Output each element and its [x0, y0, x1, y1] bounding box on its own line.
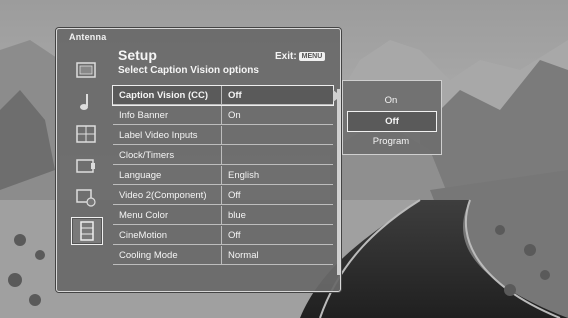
menu-item-label: Video 2(Component): [113, 186, 221, 205]
option-off[interactable]: Off: [347, 111, 437, 132]
menu-item-value: Off: [221, 186, 333, 205]
caption-vision-options: On Off Program: [342, 80, 442, 155]
menu-item-value: Normal: [221, 246, 333, 265]
input-source-label: Antenna: [69, 32, 107, 42]
picture-icon[interactable]: [71, 57, 101, 83]
menu-item-label: Info Banner: [113, 106, 221, 125]
menu-item-label: Caption Vision (CC): [113, 86, 221, 105]
menu-item-label-video-inputs[interactable]: Label Video Inputs: [113, 126, 333, 145]
menu-item-value: [221, 126, 333, 145]
page-title: Setup: [118, 47, 157, 63]
menu-item-clock-timers[interactable]: Clock/Timers: [113, 146, 333, 165]
menu-scrollbar[interactable]: [337, 89, 340, 275]
menu-item-value: English: [221, 166, 333, 185]
menu-item-label: Cooling Mode: [113, 246, 221, 265]
menu-item-label: Language: [113, 166, 221, 185]
menu-item-value: Off: [221, 86, 333, 105]
setup-icon[interactable]: [71, 217, 103, 245]
menu-item-cinemotion[interactable]: CineMotion Off: [113, 226, 333, 245]
menu-item-info-banner[interactable]: Info Banner On: [113, 106, 333, 125]
channel-icon[interactable]: [71, 121, 101, 147]
menu-item-cooling-mode[interactable]: Cooling Mode Normal: [113, 246, 333, 265]
menu-item-label: Clock/Timers: [113, 146, 221, 165]
menu-item-label: Menu Color: [113, 206, 221, 225]
menu-item-value: On: [221, 106, 333, 125]
lock-icon[interactable]: [71, 153, 101, 179]
menu-item-video2-component[interactable]: Video 2(Component) Off: [113, 186, 333, 205]
menu-item-language[interactable]: Language English: [113, 166, 333, 185]
menu-item-value: blue: [221, 206, 333, 225]
option-program[interactable]: Program: [347, 132, 435, 151]
option-on[interactable]: On: [347, 91, 435, 110]
setup-menu-panel: Antenna Setup Select Caption Vision opti…: [56, 28, 341, 292]
menu-key-badge: MENU: [298, 52, 326, 61]
timer-icon[interactable]: [71, 185, 101, 211]
menu-item-label: CineMotion: [113, 226, 221, 245]
menu-item-caption-vision[interactable]: Caption Vision (CC) Off: [112, 85, 341, 106]
page-subtitle: Select Caption Vision options: [118, 65, 259, 76]
menu-item-menu-color[interactable]: Menu Color blue: [113, 206, 333, 225]
audio-icon[interactable]: [71, 89, 101, 115]
menu-item-value: [221, 146, 333, 165]
exit-hint[interactable]: Exit: MENU: [275, 51, 326, 62]
exit-label: Exit:: [275, 51, 297, 62]
menu-item-value: Off: [221, 226, 333, 245]
menu-item-label: Label Video Inputs: [113, 126, 221, 145]
